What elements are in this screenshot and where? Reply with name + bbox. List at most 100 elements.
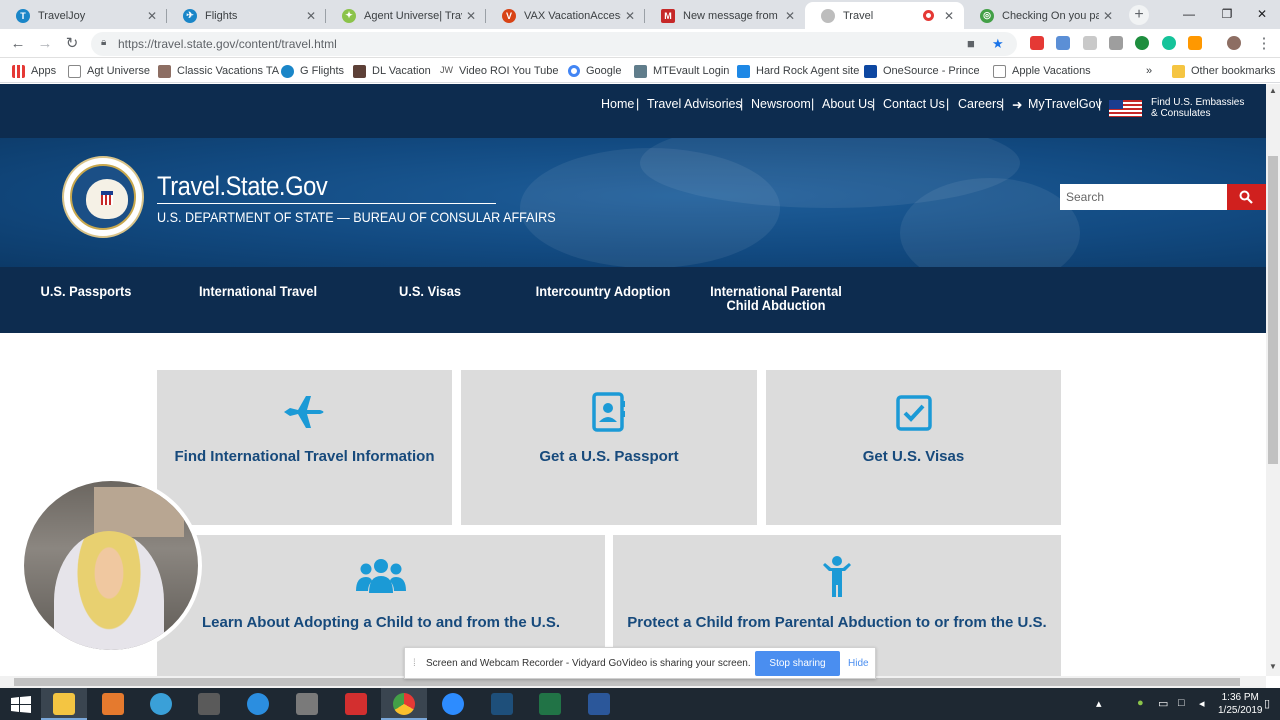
forward-arrow-icon[interactable]: → bbox=[35, 34, 55, 54]
bookmark-dl-vacation[interactable]: DL Vacation bbox=[353, 63, 431, 79]
hide-link[interactable]: Hide bbox=[848, 658, 869, 669]
taskbar-internet-explorer[interactable] bbox=[235, 688, 281, 720]
address-bar[interactable]: 🔒︎ https://travel.state.gov/content/trav… bbox=[91, 32, 1017, 56]
taskbar-acrobat[interactable] bbox=[333, 688, 379, 720]
taskbar-word-pad[interactable] bbox=[284, 688, 330, 720]
bookmark-star-icon[interactable]: ★ bbox=[992, 36, 1004, 52]
tray-app-icon[interactable]: ● bbox=[1137, 697, 1144, 709]
bookmark-agt-universe[interactable]: Agt Universe bbox=[68, 63, 150, 79]
nav-parental-child-abduction[interactable]: International Parental Child Abduction bbox=[693, 284, 859, 312]
tray-network-icon[interactable]: ▭ bbox=[1158, 697, 1168, 710]
taskbar-word[interactable] bbox=[576, 688, 622, 720]
extension-people-icon[interactable] bbox=[1056, 36, 1070, 50]
internet-explorer-icon bbox=[247, 693, 269, 715]
taskbar-clock[interactable]: 1:36 PM 1/25/2019 bbox=[1218, 691, 1263, 717]
util-link-about-us[interactable]: About Us bbox=[822, 97, 873, 111]
util-link-careers[interactable]: Careers bbox=[958, 97, 1002, 111]
window-close-icon[interactable]: ✕ bbox=[1244, 0, 1280, 29]
close-tab-icon[interactable]: ✕ bbox=[781, 9, 799, 23]
nav-us-visas[interactable]: U.S. Visas bbox=[384, 284, 476, 298]
new-tab-button[interactable]: + bbox=[1129, 5, 1149, 25]
tab-agent-universe[interactable]: ✦ Agent Universe| Travel I ✕ bbox=[326, 2, 486, 29]
horizontal-scroll-thumb[interactable] bbox=[14, 678, 1240, 686]
taskbar-globe[interactable] bbox=[138, 688, 184, 720]
tab-gmail[interactable]: M New message from Kath ✕ bbox=[645, 2, 805, 29]
extension-red-icon[interactable] bbox=[1030, 36, 1044, 50]
close-tab-icon[interactable]: ✕ bbox=[462, 9, 480, 23]
card-international-travel[interactable]: Find International Travel Information bbox=[157, 370, 452, 525]
restore-icon[interactable]: ❐ bbox=[1209, 0, 1245, 29]
search-input[interactable] bbox=[1060, 184, 1227, 210]
taskbar-app-1[interactable] bbox=[90, 688, 136, 720]
site-title[interactable]: Travel.State.Gov bbox=[157, 171, 328, 202]
start-button[interactable] bbox=[0, 688, 46, 720]
card-get-passport[interactable]: Get a U.S. Passport bbox=[461, 370, 757, 525]
other-bookmarks[interactable]: Other bookmarks bbox=[1172, 63, 1275, 79]
vertical-scroll-thumb[interactable] bbox=[1268, 156, 1278, 464]
taskbar-file-explorer[interactable] bbox=[41, 688, 87, 720]
close-tab-icon[interactable]: ✕ bbox=[1099, 9, 1117, 23]
tab-checking-passport[interactable]: ◎ Checking On you passp ✕ bbox=[964, 2, 1123, 29]
tray-display-icon[interactable]: □ bbox=[1178, 697, 1185, 709]
bookmark-classic-vacations[interactable]: Classic Vacations TA bbox=[158, 63, 279, 79]
bookmark-google[interactable]: Google bbox=[568, 63, 621, 79]
util-link-mytravelgov[interactable]: MyTravelGov bbox=[1028, 97, 1102, 111]
taskbar-calculator[interactable] bbox=[186, 688, 232, 720]
windows-logo-icon bbox=[11, 696, 31, 713]
menu-kebab-icon[interactable]: ⋮ bbox=[1254, 34, 1274, 54]
taskbar-zoom[interactable] bbox=[430, 688, 476, 720]
bookmark-mtevault[interactable]: MTEvault Login bbox=[634, 63, 729, 79]
close-tab-icon[interactable]: ✕ bbox=[940, 9, 958, 23]
find-embassies-link[interactable]: Find U.S. Embassies & Consulates bbox=[1151, 97, 1244, 119]
drag-handle-icon[interactable]: ⁞ bbox=[413, 658, 416, 669]
screen-sharing-bar: ⁞ Screen and Webcam Recorder - Vidyard G… bbox=[404, 647, 876, 679]
tray-overflow-icon[interactable]: ▴ bbox=[1096, 697, 1102, 710]
onesource-icon bbox=[864, 64, 877, 78]
close-tab-icon[interactable]: ✕ bbox=[302, 9, 320, 23]
taskbar-chrome[interactable] bbox=[381, 688, 427, 720]
tab-traveljoy[interactable]: T TravelJoy ✕ bbox=[0, 2, 167, 29]
bookmark-video-roi[interactable]: JW Video ROI You Tube bbox=[440, 63, 559, 79]
bookmark-hard-rock[interactable]: Hard Rock Agent site bbox=[737, 63, 859, 79]
department-seal-logo[interactable] bbox=[62, 156, 144, 238]
webcam-overlay[interactable] bbox=[20, 477, 202, 654]
extension-grid-icon[interactable] bbox=[1083, 36, 1097, 50]
util-link-contact-us[interactable]: Contact Us bbox=[883, 97, 945, 111]
bookmarks-overflow[interactable]: » bbox=[1146, 63, 1152, 79]
tab-vax[interactable]: V VAX VacationAccess - Fl ✕ bbox=[486, 2, 645, 29]
nav-intercountry-adoption[interactable]: Intercountry Adoption bbox=[534, 284, 672, 298]
url-text[interactable]: https://travel.state.gov/content/travel.… bbox=[118, 37, 337, 51]
search-button[interactable] bbox=[1227, 184, 1266, 210]
extension-check-icon[interactable] bbox=[1135, 36, 1149, 50]
taskbar-s-app[interactable] bbox=[479, 688, 525, 720]
bookmark-apple-vacations[interactable]: Apple Vacations bbox=[993, 63, 1091, 79]
bookmark-apps[interactable]: Apps bbox=[12, 63, 56, 79]
scroll-up-arrow-icon[interactable]: ▲ bbox=[1266, 84, 1280, 98]
nav-international-travel[interactable]: International Travel bbox=[191, 284, 325, 298]
camera-icon[interactable]: ■ bbox=[967, 36, 975, 51]
taskbar-excel[interactable] bbox=[527, 688, 573, 720]
tab-travel-active[interactable]: Travel ✕ bbox=[805, 2, 964, 29]
notifications-icon[interactable]: ▯ bbox=[1264, 697, 1270, 710]
util-link-home[interactable]: Home bbox=[601, 97, 634, 111]
util-link-newsroom[interactable]: Newsroom bbox=[751, 97, 811, 111]
minimize-icon[interactable]: — bbox=[1171, 0, 1207, 29]
scroll-down-arrow-icon[interactable]: ▼ bbox=[1266, 660, 1280, 674]
back-arrow-icon[interactable]: ← bbox=[8, 34, 28, 54]
extension-gray-icon[interactable] bbox=[1109, 36, 1123, 50]
bookmark-onesource[interactable]: OneSource - Princess bbox=[864, 63, 979, 79]
extension-rec-icon[interactable] bbox=[1188, 36, 1202, 50]
grammarly-icon[interactable] bbox=[1162, 36, 1176, 50]
tab-flights[interactable]: ✈ Flights ✕ bbox=[167, 2, 326, 29]
close-tab-icon[interactable]: ✕ bbox=[621, 9, 639, 23]
card-get-visas[interactable]: Get U.S. Visas bbox=[766, 370, 1061, 525]
tray-volume-icon[interactable]: ◂ bbox=[1199, 697, 1205, 710]
profile-avatar[interactable] bbox=[1227, 36, 1241, 50]
stop-sharing-button[interactable]: Stop sharing bbox=[755, 651, 840, 676]
util-link-travel-advisories[interactable]: Travel Advisories bbox=[647, 97, 742, 111]
close-tab-icon[interactable]: ✕ bbox=[143, 9, 161, 23]
nav-us-passports[interactable]: U.S. Passports bbox=[34, 284, 137, 298]
reload-icon[interactable]: ↻ bbox=[62, 34, 82, 54]
bookmark-g-flights[interactable]: G Flights bbox=[281, 63, 344, 79]
main-nav: U.S. Passports International Travel U.S.… bbox=[0, 267, 1266, 333]
